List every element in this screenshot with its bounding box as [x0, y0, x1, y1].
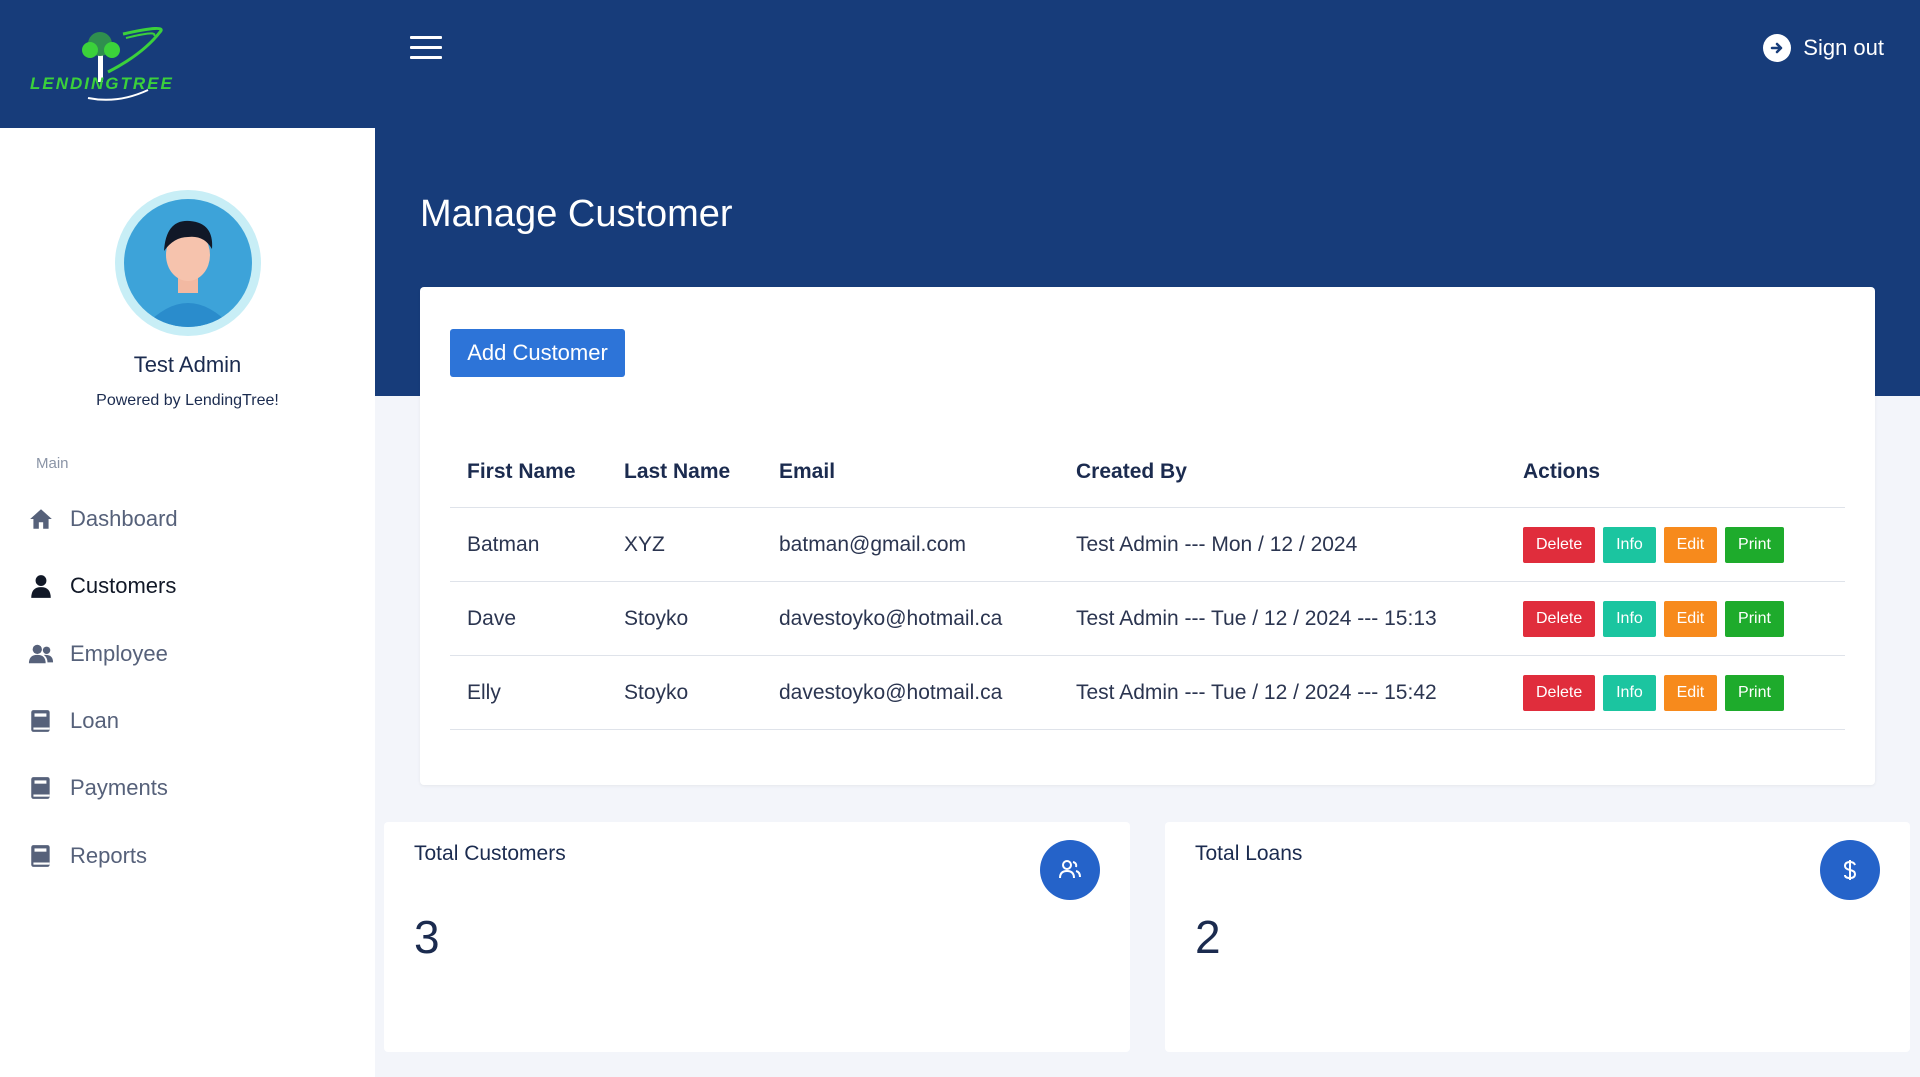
print-button[interactable]: Print	[1725, 600, 1784, 637]
powered-by: Powered by LendingTree!	[96, 392, 279, 409]
cell-email: batman@gmail.com	[762, 507, 1059, 582]
sidebar-item-label: Customers	[70, 573, 177, 598]
cell-actions: Delete Info Edit Print	[1506, 507, 1845, 582]
delete-button[interactable]: Delete	[1523, 526, 1596, 563]
customers-card: Add Customer First Name Last Name Email …	[420, 287, 1875, 785]
info-button[interactable]: Info	[1603, 600, 1656, 637]
sidebar-section-label: Main	[36, 455, 69, 472]
sidebar-item-payments[interactable]: Payments	[28, 775, 168, 801]
add-customer-button[interactable]: Add Customer	[450, 329, 625, 377]
cell-email: davestoyko@hotmail.ca	[762, 655, 1059, 730]
info-button[interactable]: Info	[1603, 674, 1656, 711]
info-button[interactable]: Info	[1603, 526, 1656, 563]
sidebar-item-label: Employee	[70, 641, 168, 666]
users-icon	[1040, 840, 1100, 900]
delete-button[interactable]: Delete	[1523, 674, 1596, 711]
cell-first-name: Elly	[450, 655, 607, 730]
delete-button[interactable]: Delete	[1523, 600, 1596, 637]
sidebar-item-dashboard[interactable]: Dashboard	[28, 506, 178, 532]
sidebar-item-loan[interactable]: Loan	[28, 708, 119, 734]
top-navbar: LENDINGTREE Sign out	[0, 0, 1920, 128]
table-row: Dave Stoyko davestoyko@hotmail.ca Test A…	[450, 581, 1845, 656]
page-title: Manage Customer	[420, 193, 733, 236]
person-avatar-icon	[144, 220, 232, 327]
sidebar-item-label: Loan	[70, 708, 119, 733]
edit-button[interactable]: Edit	[1663, 600, 1718, 637]
dollar-icon	[1820, 840, 1880, 900]
column-header-actions: Actions	[1506, 437, 1845, 508]
stat-value: 2	[1195, 911, 1221, 963]
cell-first-name: Dave	[450, 581, 607, 656]
signout-label: Sign out	[1803, 35, 1884, 60]
cell-created-by: Test Admin --- Tue / 12 / 2024 --- 15:13	[1059, 581, 1506, 656]
cell-last-name: Stoyko	[607, 655, 762, 730]
user-icon	[31, 575, 51, 598]
cell-actions: Delete Info Edit Print	[1506, 581, 1845, 656]
sidebar-item-employee[interactable]: Employee	[28, 641, 168, 667]
cell-last-name: XYZ	[607, 507, 762, 582]
logo-area: LENDINGTREE	[0, 0, 375, 128]
sidebar-item-reports[interactable]: Reports	[28, 843, 147, 869]
cell-created-by: Test Admin --- Tue / 12 / 2024 --- 15:42	[1059, 655, 1506, 730]
total-loans-card: Total Loans 2	[1165, 822, 1910, 1052]
table-row: Elly Stoyko davestoyko@hotmail.ca Test A…	[450, 655, 1845, 730]
stat-label: Total Loans	[1195, 842, 1303, 865]
edit-button[interactable]: Edit	[1663, 526, 1718, 563]
cell-first-name: Batman	[450, 507, 607, 582]
book-icon	[31, 710, 50, 732]
column-header-first-name: First Name	[450, 437, 607, 508]
book-icon	[31, 777, 50, 799]
cell-created-by: Test Admin --- Mon / 12 / 2024	[1059, 507, 1506, 582]
signout-button[interactable]: Sign out	[1763, 34, 1884, 62]
cell-email: davestoyko@hotmail.ca	[762, 581, 1059, 656]
column-header-email: Email	[762, 437, 1059, 508]
sidebar-item-label: Reports	[70, 843, 148, 868]
print-button[interactable]: Print	[1725, 674, 1784, 711]
users-icon	[28, 644, 54, 664]
cell-actions: Delete Info Edit Print	[1506, 655, 1845, 730]
book-icon	[31, 845, 50, 867]
brand-name: LENDINGTREE	[30, 74, 174, 93]
stat-value: 3	[414, 911, 440, 963]
arrow-right-circle-icon	[1763, 34, 1792, 62]
sidebar-item-label: Dashboard	[70, 506, 178, 531]
hamburger-icon[interactable]	[410, 36, 442, 60]
home-icon	[30, 509, 52, 529]
stat-label: Total Customers	[414, 842, 566, 865]
edit-button[interactable]: Edit	[1663, 674, 1718, 711]
table-header-row: First Name Last Name Email Created By Ac…	[450, 437, 1845, 508]
user-name: Test Admin	[133, 352, 242, 377]
table-row: Batman XYZ batman@gmail.com Test Admin -…	[450, 507, 1845, 582]
customers-table: First Name Last Name Email Created By Ac…	[450, 437, 1845, 730]
sidebar-item-customers[interactable]: Customers	[28, 573, 176, 599]
print-button[interactable]: Print	[1725, 526, 1784, 563]
cell-last-name: Stoyko	[607, 581, 762, 656]
column-header-last-name: Last Name	[607, 437, 762, 508]
avatar	[115, 190, 261, 336]
total-customers-card: Total Customers 3	[384, 822, 1130, 1052]
sidebar-item-label: Payments	[70, 775, 168, 800]
column-header-created-by: Created By	[1059, 437, 1506, 508]
